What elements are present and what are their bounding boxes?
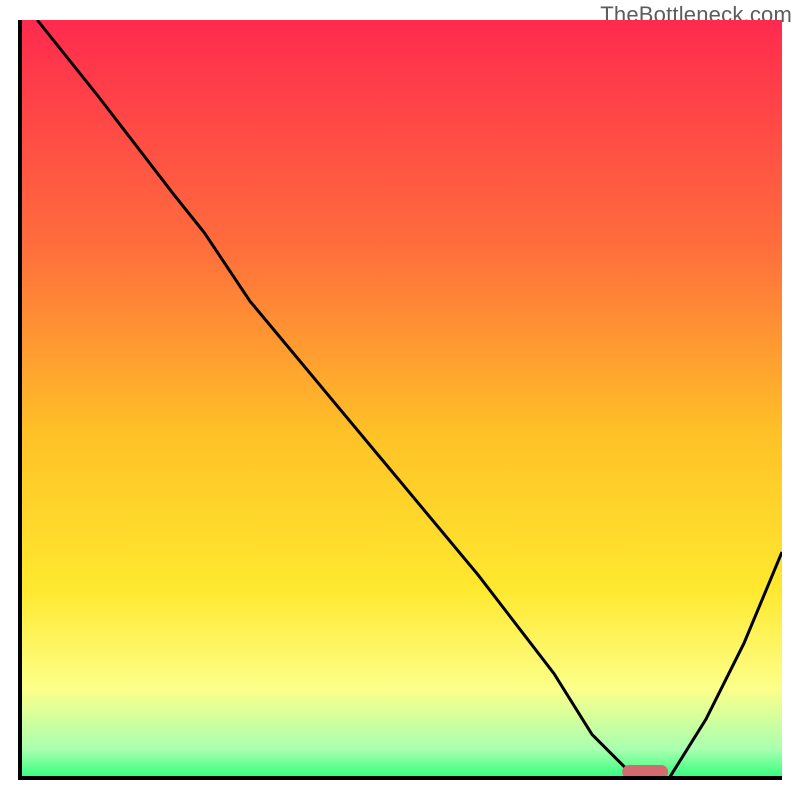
- bottleneck-chart: TheBottleneck.com: [0, 0, 800, 800]
- plot-area: [18, 20, 782, 780]
- gradient-background: [22, 20, 782, 780]
- optimal-marker: [622, 765, 668, 779]
